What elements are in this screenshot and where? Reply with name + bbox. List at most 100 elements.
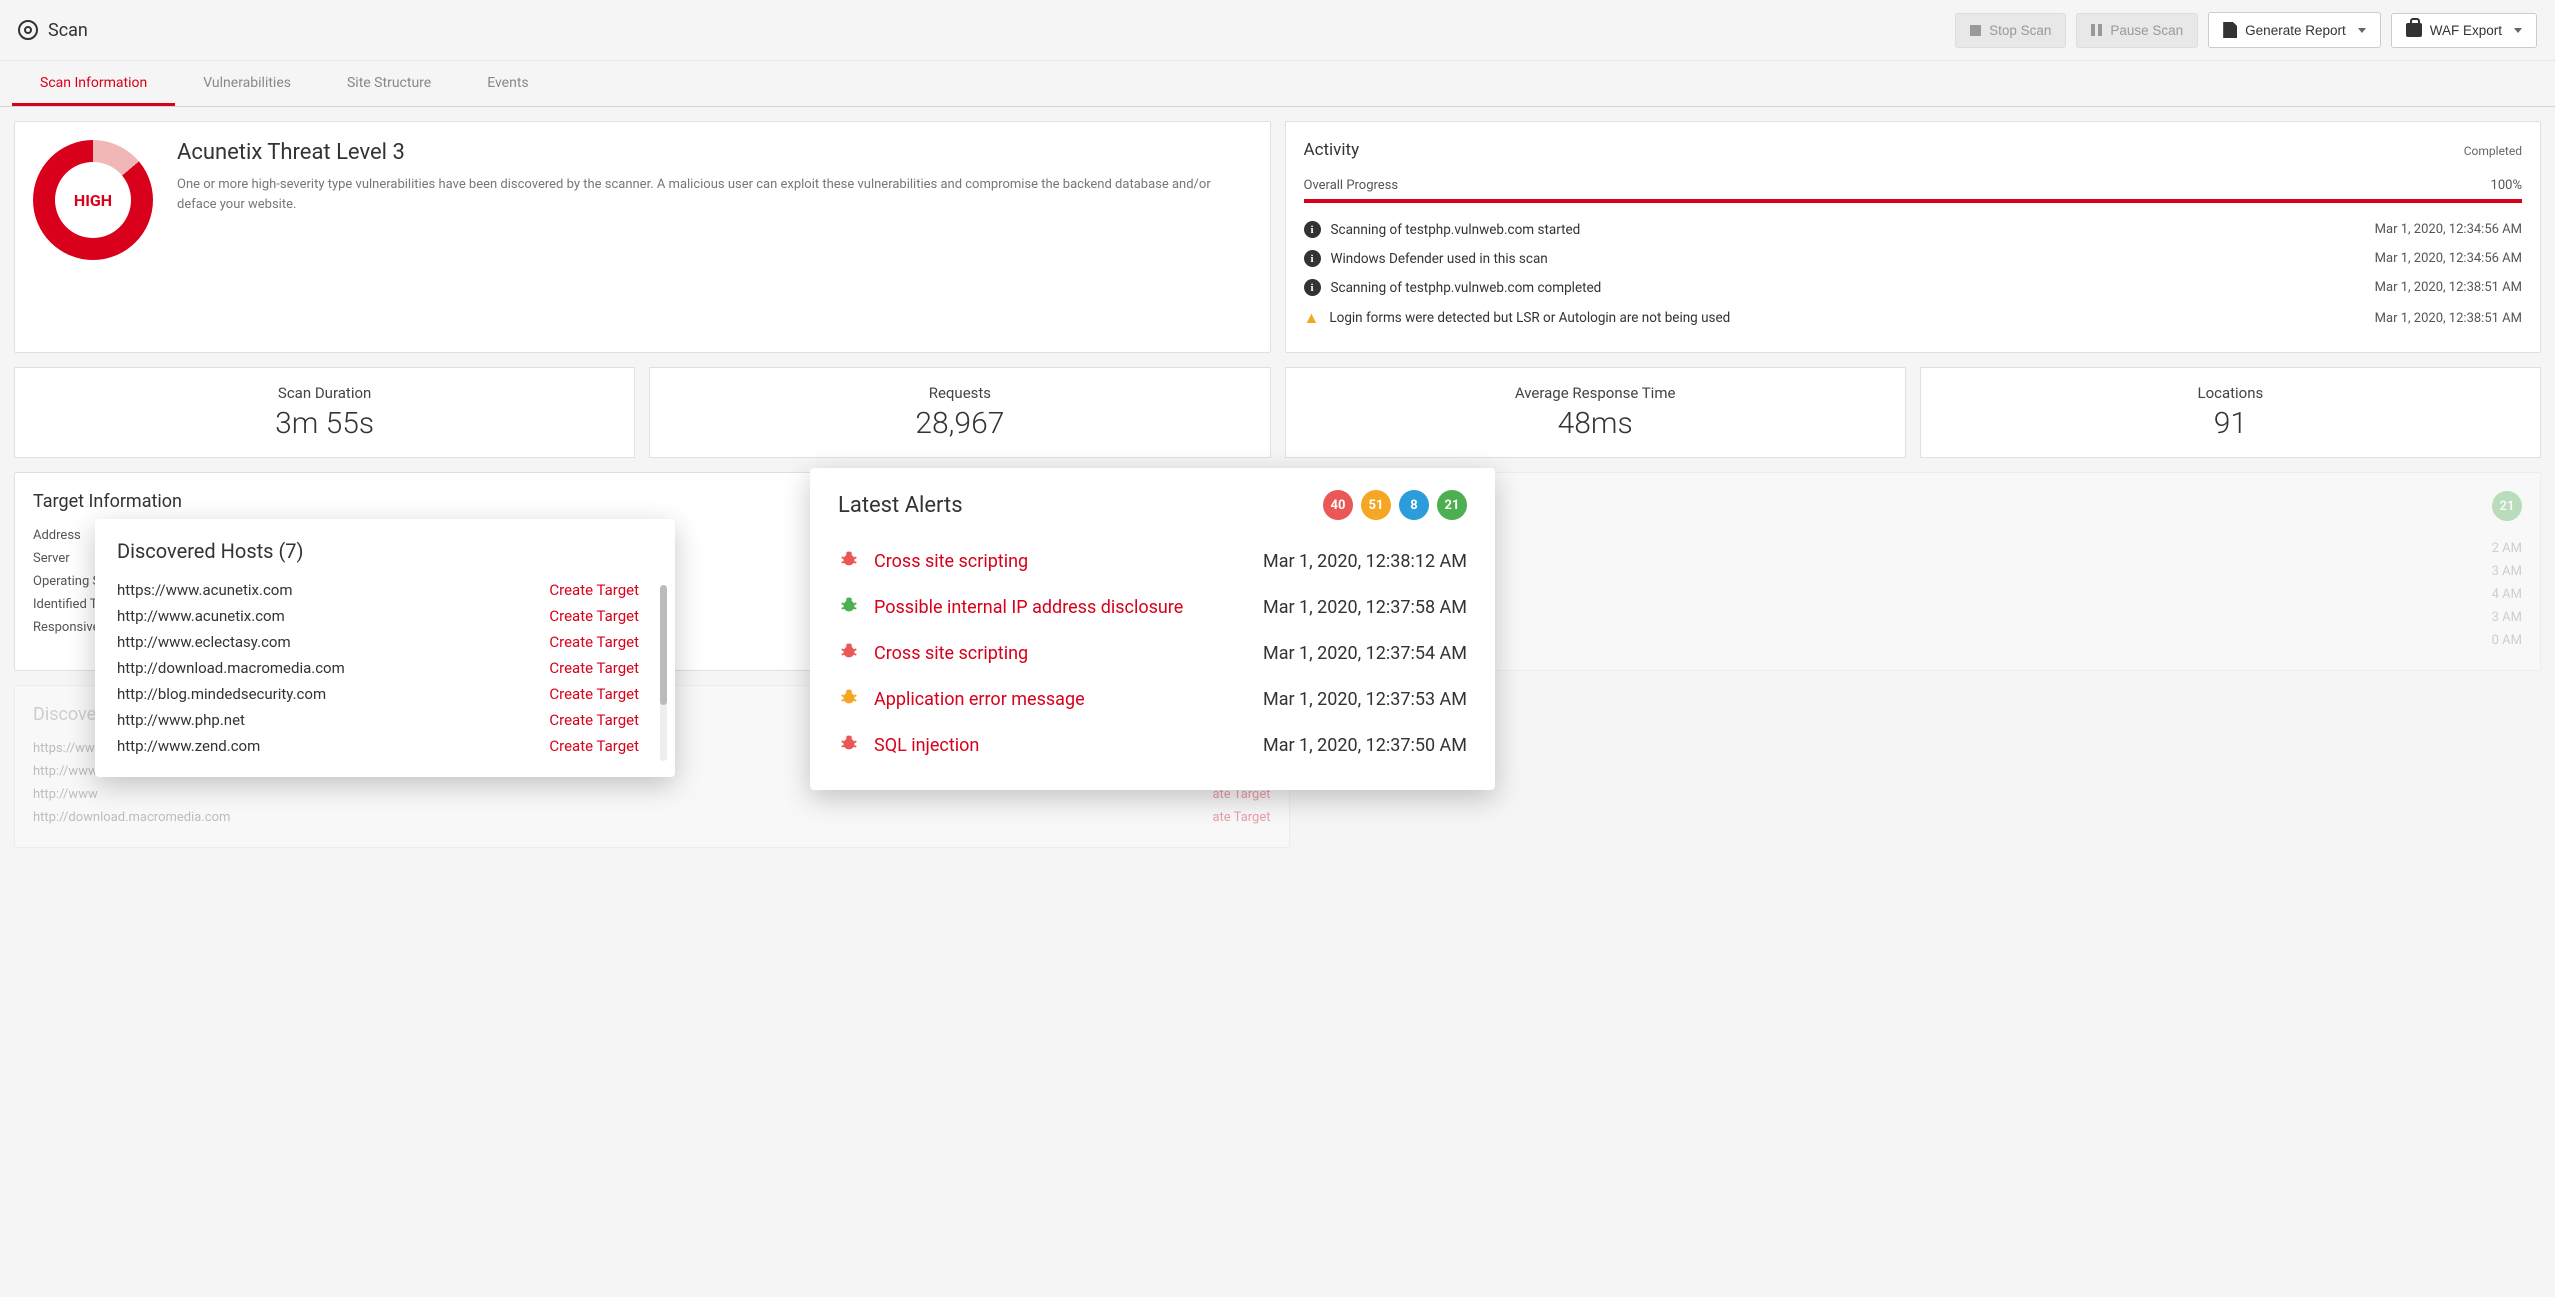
host-url: http://www.eclectasy.com [117,633,291,651]
activity-item: ▲ Login forms were detected but LSR or Au… [1304,302,2523,334]
activity-item: iWindows Defender used in this scanMar 1… [1304,244,2523,273]
discovered-host-row: http://www.eclectasy.com Create Target [117,629,653,655]
metric-card: Locations91 [1920,367,2541,458]
threat-text: Acunetix Threat Level 3 One or more high… [177,140,1252,214]
waf-export-button[interactable]: WAF Export [2391,13,2537,48]
metric-value: 48ms [1296,406,1895,441]
alert-row[interactable]: Cross site scriptingMar 1, 2020, 12:38:1… [838,538,1467,584]
tab-events[interactable]: Events [459,61,556,106]
create-target-link[interactable]: Create Target [549,607,639,625]
info-icon: i [1304,279,1321,296]
alert-row[interactable]: Application error message Mar 1, 2020, 12… [838,676,1467,722]
host-url: http://www.zend.com [117,737,260,755]
metric-card: Scan Duration3m 55s [14,367,635,458]
alert-count-badge[interactable]: 51 [1361,490,1391,520]
discovered-host-row: http://blog.mindedsecurity.com Create Tar… [117,681,653,707]
scrollbar-thumb[interactable] [660,585,667,705]
host-url: http://www.php.net [117,711,245,729]
discovered-host-row: https://www.acunetix.comCreate Target [117,577,653,603]
metric-value: 28,967 [660,406,1259,441]
host-url-bg: http://www [33,787,98,802]
progress-value: 100% [2491,178,2522,193]
info-icon: i [1304,221,1321,238]
waf-export-label: WAF Export [2430,23,2502,38]
activity-time: Mar 1, 2020, 12:38:51 AM [2375,280,2522,295]
activity-card: Activity Completed Overall Progress 100%… [1285,121,2542,353]
discovered-host-row: http://www.php.net Create Target [117,707,653,733]
tab-site-structure[interactable]: Site Structure [319,61,459,106]
tab-bar: Scan Information Vulnerabilities Site St… [0,61,2555,107]
tab-vulnerabilities[interactable]: Vulnerabilities [175,61,319,106]
alert-name: Possible internal IP address disclosure [874,597,1183,618]
host-url: http://download.macromedia.com [117,659,345,677]
discovered-bg-row: http://download.macromedia.comate Target [33,806,1271,829]
bug-icon [838,594,860,616]
stop-scan-button: Stop Scan [1955,13,2066,48]
target-info-key: Server [33,551,70,566]
alert-count-badge[interactable]: 8 [1399,490,1429,520]
metric-label: Requests [660,384,1259,402]
activity-text: Scanning of testphp.vulnweb.com started [1331,222,1581,238]
activity-text: Login forms were detected but LSR or Aut… [1329,310,1730,326]
create-target-link[interactable]: Create Target [549,737,639,755]
discovered-host-row: http://www.acunetix.com Create Target [117,603,653,629]
host-url: http://www.acunetix.com [117,607,285,625]
create-target-link[interactable]: Create Target [549,659,639,677]
host-url-bg: http://www [33,764,98,779]
alert-count-badge[interactable]: 21 [1437,490,1467,520]
bug-icon [838,686,860,708]
chevron-down-icon [2514,28,2522,33]
activity-list: i Scanning of testphp.vulnweb.com started… [1304,215,2523,334]
alert-time: Mar 1, 2020, 12:37:53 AM [1263,689,1467,710]
bug-icon [838,640,860,662]
briefcase-icon [2406,23,2422,37]
progress-row: Overall Progress 100% [1304,178,2523,193]
stop-scan-label: Stop Scan [1989,23,2051,38]
threat-level-card: HIGH Acunetix Threat Level 3 One or more… [14,121,1271,353]
bug-icon-wrap [838,594,860,620]
scrollbar[interactable] [660,585,667,761]
activity-time: Mar 1, 2020, 12:34:56 AM [2375,222,2522,237]
activity-status: Completed [2464,144,2522,158]
bug-icon-wrap [838,686,860,712]
activity-header: Activity Completed [1304,140,2523,160]
top-bar-actions: Stop Scan Pause Scan Generate Report WAF… [1955,12,2537,48]
activity-time: Mar 1, 2020, 12:34:56 AM [2375,251,2522,266]
create-target-link[interactable]: Create Target [549,633,639,651]
alert-row[interactable]: SQL injectionMar 1, 2020, 12:37:50 AM [838,722,1467,768]
tab-scan-information[interactable]: Scan Information [12,61,175,106]
threat-description: One or more high-severity type vulnerabi… [177,175,1252,214]
alert-name: Application error message [874,689,1085,710]
pause-scan-label: Pause Scan [2110,23,2183,38]
create-target-bg: ate Target [1212,810,1270,825]
create-target-link[interactable]: Create Target [549,581,639,599]
metrics-row: Scan Duration3m 55s Requests 28,967 Average… [14,367,2541,458]
row-threat-activity: HIGH Acunetix Threat Level 3 One or more… [14,121,2541,353]
discovered-host-row: http://www.zend.com Create Target [117,733,653,759]
pause-scan-button: Pause Scan [2076,13,2198,48]
create-target-link[interactable]: Create Target [549,711,639,729]
warning-icon: ▲ [1304,308,1320,328]
host-url: http://blog.mindedsecurity.com [117,685,326,703]
alerts-title: Latest Alerts [838,493,963,518]
metric-value: 91 [1931,406,2530,441]
generate-report-button[interactable]: Generate Report [2208,12,2381,48]
alert-name: SQL injection [874,735,979,756]
scan-target-icon [18,20,38,40]
metric-label: Scan Duration [25,384,624,402]
progress-label: Overall Progress [1304,178,1399,193]
alert-row[interactable]: Possible internal IP address disclosure M… [838,584,1467,630]
progress-bar [1304,199,2523,203]
alert-count-badge[interactable]: 40 [1323,490,1353,520]
activity-text: Scanning of testphp.vulnweb.com complete… [1331,280,1602,296]
alert-time: Mar 1, 2020, 12:37:58 AM [1263,597,1467,618]
generate-report-label: Generate Report [2245,23,2346,38]
metric-label: Average Response Time [1296,384,1895,402]
threat-gauge-label: HIGH [33,140,153,260]
alert-name: Cross site scripting [874,551,1028,572]
activity-title: Activity [1304,140,1360,160]
alert-row[interactable]: Cross site scriptingMar 1, 2020, 12:37:5… [838,630,1467,676]
host-url-bg: https://www [33,741,104,756]
create-target-link[interactable]: Create Target [549,685,639,703]
discovered-hosts-popover: Discovered Hosts (7) https://www.acuneti… [95,519,675,777]
